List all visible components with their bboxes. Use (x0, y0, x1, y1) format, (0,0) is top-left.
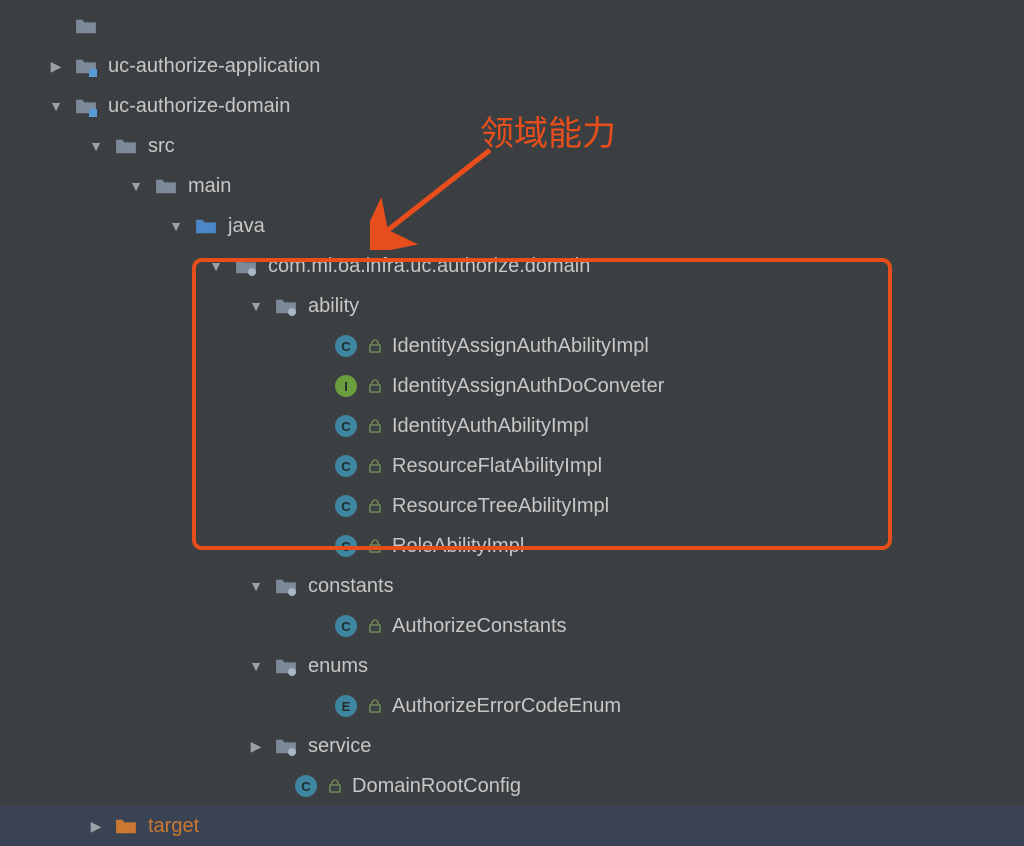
lock-icon (368, 419, 382, 433)
tree-node-label: AuthorizeConstants (392, 615, 567, 638)
chevron-down-icon[interactable]: ▼ (248, 658, 264, 674)
lock-icon (368, 499, 382, 513)
tree-node-label: target (148, 815, 199, 838)
tree-node-label: src (148, 135, 175, 158)
tree-row[interactable]: ▼ java (0, 206, 1024, 246)
folder-icon (154, 174, 178, 198)
module-icon (74, 54, 98, 78)
lock-icon (368, 539, 382, 553)
chevron-down-icon[interactable]: ▼ (248, 578, 264, 594)
chevron-right-icon[interactable]: ▶ (48, 58, 64, 75)
lock-icon (368, 379, 382, 393)
class-icon: C (294, 774, 318, 798)
tree-row[interactable]: ▶CRoleAbilityImpl (0, 526, 1024, 566)
tree-row[interactable]: ▼ ability (0, 286, 1024, 326)
tree-node-label: uc-authorize-application (108, 55, 320, 78)
module-icon (74, 94, 98, 118)
chevron-down-icon[interactable]: ▼ (88, 138, 104, 154)
tree-row[interactable]: ▶ uc-authorize-application (0, 46, 1024, 86)
source-folder-icon (194, 214, 218, 238)
tree-row[interactable]: ▼ src (0, 126, 1024, 166)
tree-row[interactable]: ▶CResourceTreeAbilityImpl (0, 486, 1024, 526)
tree-row[interactable]: ▶CIdentityAssignAuthAbilityImpl (0, 326, 1024, 366)
lock-icon (368, 339, 382, 353)
package-icon (274, 734, 298, 758)
excluded-folder-icon (114, 814, 138, 838)
class-icon: C (334, 494, 358, 518)
tree-node-label: IdentityAuthAbilityImpl (392, 415, 589, 438)
tree-node-label: constants (308, 575, 394, 598)
folder-icon (114, 134, 138, 158)
lock-icon (368, 619, 382, 633)
chevron-down-icon[interactable]: ▼ (128, 178, 144, 194)
chevron-down-icon[interactable]: ▼ (168, 218, 184, 234)
class-icon: C (334, 454, 358, 478)
chevron-down-icon[interactable]: ▼ (48, 98, 64, 114)
tree-row[interactable]: ▼ com.mi.oa.infra.uc.authorize.domain (0, 246, 1024, 286)
tree-row[interactable]: ▶CDomainRootConfig (0, 766, 1024, 806)
tree-node-label: ability (308, 295, 359, 318)
tree-row[interactable]: ▼ enums (0, 646, 1024, 686)
class-icon: C (334, 414, 358, 438)
tree-node-label: IdentityAssignAuthDoConveter (392, 375, 664, 398)
package-icon (274, 574, 298, 598)
tree-node-label: main (188, 175, 231, 198)
tree-node-label: uc-authorize-domain (108, 95, 290, 118)
tree-node-label: IdentityAssignAuthAbilityImpl (392, 335, 649, 358)
tree-row[interactable]: ▶CResourceFlatAbilityImpl (0, 446, 1024, 486)
tree-row[interactable]: ▶EAuthorizeErrorCodeEnum (0, 686, 1024, 726)
package-icon (274, 654, 298, 678)
tree-node-label: DomainRootConfig (352, 775, 521, 798)
interface-icon: I (334, 374, 358, 398)
package-icon (234, 254, 258, 278)
tree-node-label: service (308, 735, 371, 758)
chevron-right-icon[interactable]: ▶ (248, 738, 264, 755)
lock-icon (368, 459, 382, 473)
project-tree[interactable]: ▶ ▶ uc-authorize-application ▼ uc-authorize-… (0, 0, 1024, 846)
class-icon: C (334, 614, 358, 638)
tree-node-label: ResourceFlatAbilityImpl (392, 455, 602, 478)
tree-row[interactable]: ▶ target (0, 806, 1024, 846)
class-icon: C (334, 534, 358, 558)
chevron-right-icon[interactable]: ▶ (88, 818, 104, 835)
tree-row[interactable]: ▶IIdentityAssignAuthDoConveter (0, 366, 1024, 406)
chevron-down-icon[interactable]: ▼ (248, 298, 264, 314)
package-icon (274, 294, 298, 318)
tree-node-label: RoleAbilityImpl (392, 535, 524, 558)
tree-node-label: java (228, 215, 265, 238)
enum-icon: E (334, 694, 358, 718)
tree-row[interactable]: ▼ main (0, 166, 1024, 206)
class-icon: C (334, 334, 358, 358)
tree-node-label: com.mi.oa.infra.uc.authorize.domain (268, 255, 590, 278)
tree-row[interactable]: ▼ uc-authorize-domain (0, 86, 1024, 126)
tree-row[interactable]: ▶ (0, 6, 1024, 46)
chevron-down-icon[interactable]: ▼ (208, 258, 224, 274)
tree-node-label: ResourceTreeAbilityImpl (392, 495, 609, 518)
lock-icon (368, 699, 382, 713)
lock-icon (328, 779, 342, 793)
tree-row[interactable]: ▶ service (0, 726, 1024, 766)
tree-node-label: enums (308, 655, 368, 678)
folder-icon (74, 14, 98, 38)
tree-node-label: AuthorizeErrorCodeEnum (392, 695, 621, 718)
tree-row[interactable]: ▶CAuthorizeConstants (0, 606, 1024, 646)
tree-row[interactable]: ▶CIdentityAuthAbilityImpl (0, 406, 1024, 446)
tree-row[interactable]: ▼ constants (0, 566, 1024, 606)
